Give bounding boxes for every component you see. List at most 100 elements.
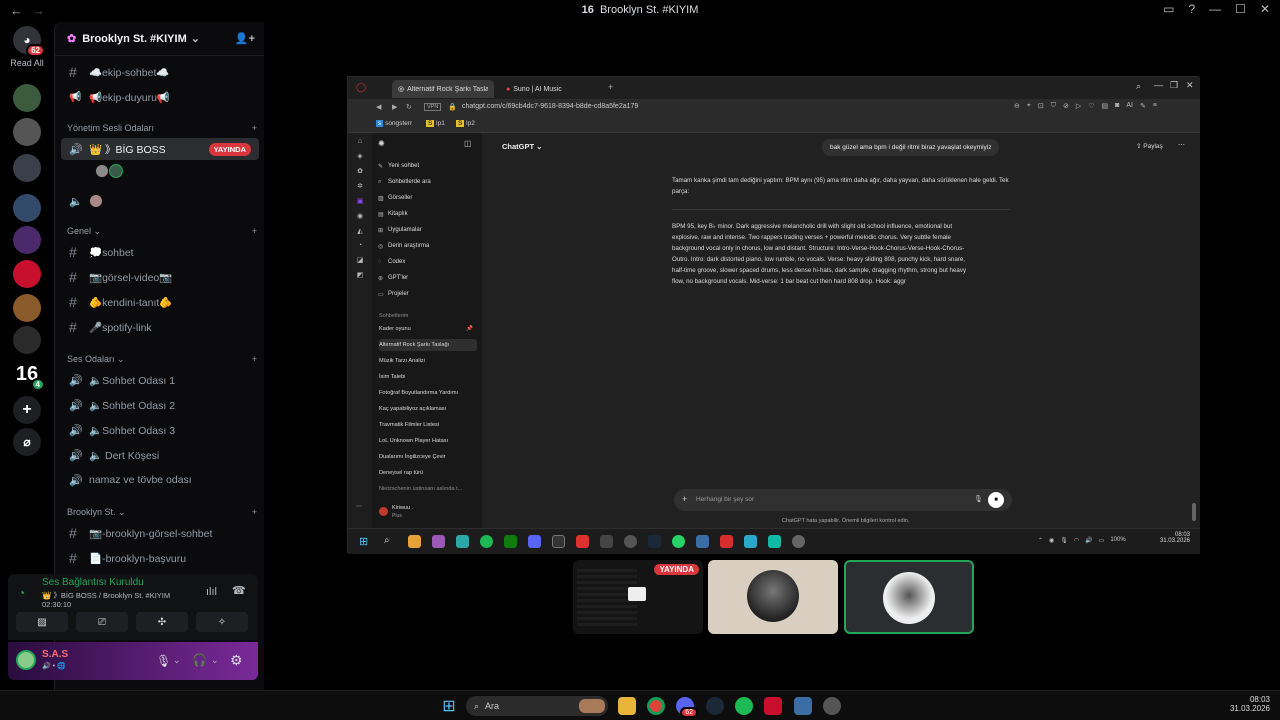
xbox-icon[interactable] bbox=[504, 535, 517, 548]
spotify-icon[interactable] bbox=[735, 697, 753, 715]
voice-user-avatar[interactable] bbox=[109, 164, 123, 178]
voice-channel-namaz[interactable]: 🔊 namaz ve tövbe odası bbox=[61, 469, 259, 491]
camera-icon[interactable]: ◙ bbox=[1115, 102, 1119, 110]
tray-app-icon[interactable]: ◉ bbox=[1049, 537, 1054, 544]
more-options-icon[interactable]: ⋯ bbox=[1178, 141, 1185, 149]
channel-ekip-sohbet[interactable]: # ☁️ekip-sohbet☁️ bbox=[61, 61, 259, 83]
add-channel-icon[interactable]: + bbox=[252, 226, 257, 237]
voice-channel-sohbet-2[interactable]: 🔊 🔈Sohbet Odası 2 bbox=[61, 394, 259, 416]
inner-clock[interactable]: 08:03 31.03.2026 bbox=[1150, 532, 1190, 544]
snapshot-icon[interactable]: ⌖ bbox=[1027, 102, 1031, 110]
message-composer[interactable]: + Herhangi bir şey sor 🎙 ■ bbox=[674, 489, 1012, 511]
maximize-button[interactable]: ☐ bbox=[1235, 2, 1246, 16]
history-item[interactable]: İsim Talebi bbox=[379, 371, 477, 383]
steam-icon[interactable] bbox=[648, 535, 661, 548]
bookmark-songsterr[interactable]: s songsterr bbox=[376, 120, 412, 127]
sidebar-icon[interactable]: ◔ bbox=[358, 242, 362, 249]
channel-kendini-tanit[interactable]: # 🫵kendini-tanıt🫵 bbox=[61, 291, 259, 313]
projects-item[interactable]: ▭ Projeler bbox=[378, 288, 478, 300]
discord-icon[interactable] bbox=[528, 535, 541, 548]
screen-share-button[interactable]: ⎚ bbox=[76, 612, 128, 632]
channel-brooklyn-gorsel[interactable]: # 📷-brooklyn-görsel-sohbet bbox=[61, 522, 259, 544]
reload-icon[interactable]: ↻ bbox=[406, 103, 412, 111]
more-icon[interactable]: ⋯ bbox=[356, 503, 362, 510]
maximize-button[interactable]: ❐ bbox=[1170, 80, 1178, 91]
history-item-active[interactable]: Alternatif Rock Şarkı Taslağı bbox=[379, 339, 477, 351]
toggle-sidebar-icon[interactable]: ◫ bbox=[464, 139, 472, 148]
headphones-icon[interactable]: 🎧 bbox=[192, 653, 207, 667]
user-avatar[interactable] bbox=[16, 650, 36, 670]
new-chat-item[interactable]: ✎ Yeni sohbet bbox=[378, 160, 478, 172]
add-server-button[interactable]: + bbox=[13, 396, 41, 424]
new-tab-icon[interactable]: + bbox=[608, 82, 613, 92]
sidebar-icon[interactable]: ◩ bbox=[357, 271, 364, 279]
attach-plus-icon[interactable]: + bbox=[682, 494, 687, 504]
channel-brooklyn-basvuru[interactable]: # 📄-brooklyn-başvuru bbox=[61, 547, 259, 569]
channel-spotify-link[interactable]: # 🎤spotify-link bbox=[61, 316, 259, 338]
voice-channel-dert-kosesi[interactable]: 🔊 🔈 Dert Köşesi bbox=[61, 444, 259, 466]
history-item[interactable]: Nietzschenin üstinsanı aslında t... bbox=[379, 483, 477, 495]
url-field[interactable]: chatgpt.com/c/69cb4dc7-9618-8394-b8de-cd… bbox=[462, 103, 638, 110]
model-selector[interactable]: ChatGPT ⌄ bbox=[502, 142, 542, 151]
close-button[interactable]: ✕ bbox=[1260, 2, 1270, 16]
battery-icon[interactable]: ▭ bbox=[1099, 537, 1105, 544]
openai-logo-icon[interactable]: ✺ bbox=[378, 139, 385, 148]
user-avatar[interactable] bbox=[379, 507, 388, 516]
whatsapp-icon[interactable] bbox=[672, 535, 685, 548]
browser-tab[interactable]: ● Suno | AI Music bbox=[500, 80, 600, 98]
activities-button[interactable]: ✣ bbox=[136, 612, 188, 632]
forward-arrow-icon[interactable]: ▶ bbox=[392, 103, 397, 111]
riot-icon[interactable] bbox=[764, 697, 782, 715]
crop-icon[interactable]: ⊡ bbox=[1038, 102, 1044, 110]
help-icon[interactable]: ? bbox=[1188, 2, 1195, 16]
voice-channel-sohbet-1[interactable]: 🔊 🔈Sohbet Odası 1 bbox=[61, 369, 259, 391]
channel-gorsel-video[interactable]: # 📷görsel-video📷 bbox=[61, 266, 259, 288]
windows-start-icon[interactable]: ⊞ bbox=[359, 535, 372, 548]
soundboard-button[interactable]: ✧ bbox=[196, 612, 248, 632]
zoom-icon[interactable]: ⊖ bbox=[1014, 102, 1020, 110]
stop-generating-button[interactable]: ■ bbox=[988, 492, 1004, 508]
camera-button[interactable]: ▨ bbox=[16, 612, 68, 632]
sidebar-icon[interactable]: ◪ bbox=[357, 256, 364, 264]
twitch-icon[interactable]: ▣ bbox=[357, 197, 364, 205]
apps-item[interactable]: ⊞ Uygulamalar bbox=[378, 224, 478, 236]
ai-icon[interactable]: AI bbox=[1126, 102, 1133, 110]
gpts-item[interactable]: ⊛ GPT'ler bbox=[378, 272, 478, 284]
category-brooklyn[interactable]: Brooklyn St. ⌄ + bbox=[67, 507, 257, 518]
category-admin-voice[interactable]: Yönetim Sesli Odaları + bbox=[67, 123, 257, 133]
app-icon[interactable] bbox=[432, 535, 445, 548]
app-icon[interactable] bbox=[600, 535, 613, 548]
microphone-icon[interactable]: 🎙 bbox=[974, 495, 983, 503]
history-item[interactable]: Fotoğraf Boyutlandırma Yardımı bbox=[379, 387, 477, 399]
discover-button[interactable]: ⌀ bbox=[13, 428, 41, 456]
read-all-button[interactable]: Read All bbox=[0, 58, 54, 68]
wifi-icon[interactable]: ◠ bbox=[1074, 537, 1079, 544]
pen-icon[interactable]: ✎ bbox=[1140, 102, 1146, 110]
chrome-icon[interactable] bbox=[647, 697, 665, 715]
voice-channel-sohbet-3[interactable]: 🔊 🔈Sohbet Odası 3 bbox=[61, 419, 259, 441]
composer-input[interactable]: Herhangi bir şey sor bbox=[696, 496, 754, 503]
noise-suppression-icon[interactable]: ılıl bbox=[206, 586, 217, 598]
voice-channel-unnamed[interactable]: 🔈 bbox=[61, 190, 259, 212]
minimize-button[interactable]: — bbox=[1154, 80, 1163, 90]
add-channel-icon[interactable]: + bbox=[252, 507, 257, 518]
channel-sohbet[interactable]: # 💭sohbet bbox=[61, 241, 259, 263]
server-7[interactable] bbox=[13, 294, 41, 322]
windows-start-icon[interactable]: ⊞ bbox=[440, 697, 458, 715]
history-item[interactable]: Kaç yapabiliyoz açıklaması bbox=[379, 403, 477, 415]
voice-user-avatar[interactable] bbox=[95, 164, 109, 178]
channel-ekip-duyuru[interactable]: 📢 📢ekip-duyuru📢 bbox=[61, 86, 259, 108]
steam-icon[interactable] bbox=[706, 697, 724, 715]
history-item[interactable]: Deneysel rap türü bbox=[379, 467, 477, 479]
library-item[interactable]: ▤ Kitaplık bbox=[378, 208, 478, 220]
search-icon[interactable]: ⌕ bbox=[1136, 81, 1141, 92]
media-icon[interactable] bbox=[624, 535, 637, 548]
add-channel-icon[interactable]: + bbox=[252, 123, 257, 133]
participant-tile-speaking[interactable] bbox=[844, 560, 974, 634]
system-clock[interactable]: 08:03 31.03.2026 bbox=[1226, 695, 1270, 713]
history-item[interactable]: LoL Unknown Player Hatası bbox=[379, 435, 477, 447]
share-button[interactable]: ⇪ Paylaş bbox=[1136, 142, 1163, 150]
server-8[interactable] bbox=[13, 326, 41, 354]
stream-tile-screen[interactable]: YAYINDA bbox=[573, 560, 703, 634]
server-1[interactable] bbox=[13, 84, 41, 112]
